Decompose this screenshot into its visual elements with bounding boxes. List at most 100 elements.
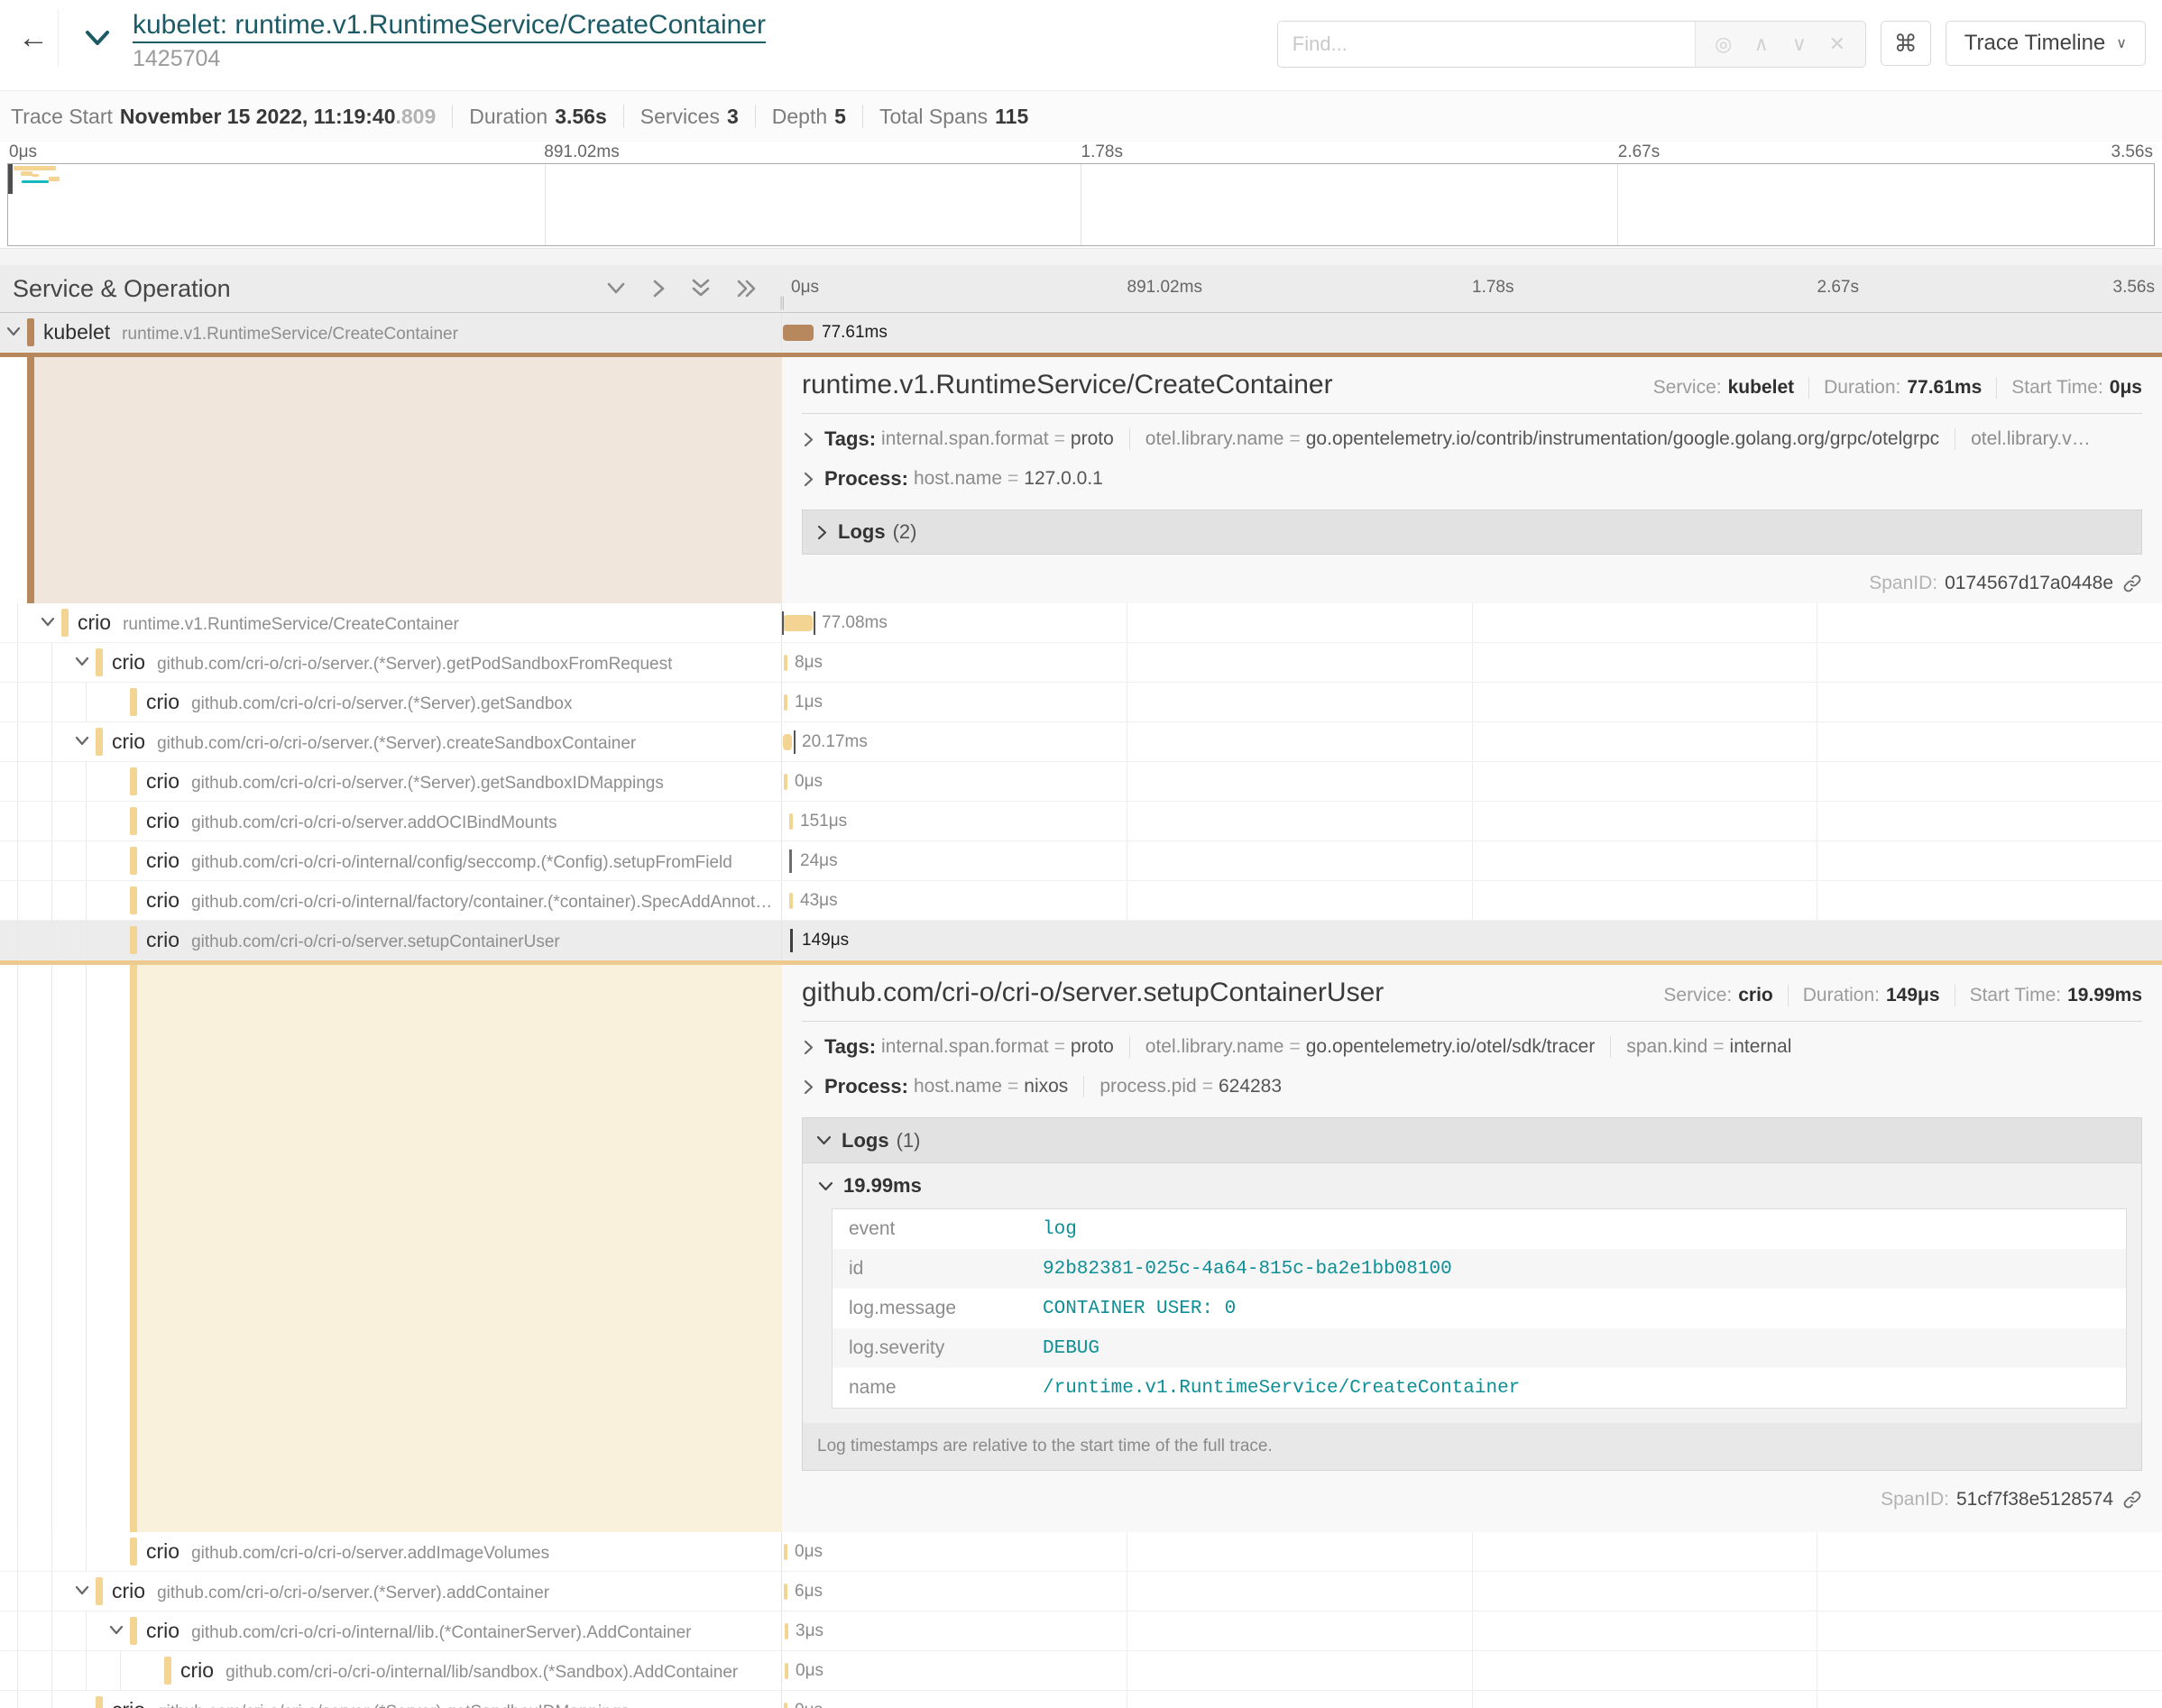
collapse-header-button[interactable] bbox=[84, 29, 111, 53]
tags-section-toggle[interactable]: Tags: internal.span.format=proto otel.li… bbox=[802, 419, 2142, 459]
span-row[interactable]: criogithub.com/cri-o/cri-o/server.(*Serv… bbox=[0, 1691, 2162, 1708]
collapse-all-icon[interactable] bbox=[690, 278, 712, 299]
span-bar[interactable] bbox=[789, 813, 793, 830]
keyboard-shortcuts-button[interactable]: ⌘ bbox=[1881, 21, 1931, 66]
span-bar[interactable] bbox=[783, 734, 792, 750]
tags-section-toggle[interactable]: Tags: internal.span.format=proto otel.li… bbox=[802, 1027, 2142, 1067]
span-operation: github.com/cri-o/cri-o/internal/factory/… bbox=[191, 893, 781, 913]
span-row[interactable]: criogithub.com/cri-o/cri-o/internal/fact… bbox=[0, 881, 2162, 921]
chevron-down-icon[interactable] bbox=[74, 656, 90, 673]
span-timeline-cell[interactable]: 77.08ms bbox=[782, 603, 2162, 642]
deep-link-icon[interactable] bbox=[2122, 1490, 2142, 1510]
column-resize-grip[interactable]: ∥ bbox=[779, 294, 788, 310]
expand-all-icon[interactable] bbox=[735, 279, 759, 298]
span-bar[interactable] bbox=[785, 1663, 788, 1679]
span-bar[interactable] bbox=[783, 325, 814, 341]
tag-value: go.opentelemetry.io/contrib/instrumentat… bbox=[1306, 428, 1939, 449]
span-row[interactable]: criogithub.com/cri-o/cri-o/server.(*Serv… bbox=[0, 722, 2162, 762]
trace-start-value: November 15 2022, 11:19:40 bbox=[120, 105, 396, 129]
span-row[interactable]: criogithub.com/cri-o/cri-o/server.(*Serv… bbox=[0, 643, 2162, 683]
expand-one-icon[interactable] bbox=[650, 279, 667, 298]
log-field-row: log.messageCONTAINER USER: 0 bbox=[833, 1289, 2126, 1328]
span-bar[interactable] bbox=[784, 694, 787, 711]
process-label: Process: bbox=[824, 467, 908, 491]
logs-label: Logs bbox=[838, 520, 886, 544]
span-row[interactable]: criogithub.com/cri-o/cri-o/internal/lib/… bbox=[0, 1651, 2162, 1691]
chevron-down-icon[interactable] bbox=[5, 326, 22, 343]
span-row[interactable]: criogithub.com/cri-o/cri-o/internal/lib.… bbox=[0, 1612, 2162, 1651]
detail-indent-area bbox=[0, 965, 782, 1532]
log-field-key: log.severity bbox=[833, 1337, 1043, 1359]
span-service: crio bbox=[146, 928, 179, 952]
span-timeline-cell[interactable]: 77.61ms bbox=[782, 313, 2162, 352]
span-timeline-cell[interactable]: 0μs bbox=[782, 1651, 2162, 1690]
span-bar[interactable] bbox=[784, 655, 787, 671]
chevron-down-icon[interactable] bbox=[74, 1584, 90, 1602]
span-bar[interactable] bbox=[784, 1703, 787, 1708]
span-bar[interactable] bbox=[784, 774, 787, 790]
tags-label: Tags: bbox=[824, 1035, 876, 1059]
find-clear-icon[interactable]: ✕ bbox=[1818, 32, 1856, 56]
span-timeline-cell[interactable]: 6μs bbox=[782, 1572, 2162, 1611]
minimap-scrubber-handle[interactable] bbox=[8, 164, 13, 194]
process-section-toggle[interactable]: Process: host.name=127.0.0.1 bbox=[802, 459, 2142, 499]
span-row[interactable]: crioruntime.v1.RuntimeService/CreateCont… bbox=[0, 603, 2162, 643]
find-tools: ◎ ∧ ∨ ✕ bbox=[1695, 22, 1865, 67]
collapse-one-icon[interactable] bbox=[605, 280, 627, 297]
log-field-key: name bbox=[833, 1377, 1043, 1399]
logs-section-toggle[interactable]: Logs (2) bbox=[802, 510, 2142, 555]
span-duration: 77.61ms bbox=[822, 323, 888, 343]
span-timeline-cell[interactable]: 24μs bbox=[782, 841, 2162, 880]
span-bar[interactable] bbox=[790, 929, 793, 952]
span-timeline-cell[interactable]: 0μs bbox=[782, 762, 2162, 801]
span-bar[interactable] bbox=[784, 1544, 787, 1560]
chevron-down-icon[interactable] bbox=[74, 735, 90, 752]
command-icon: ⌘ bbox=[1894, 30, 1918, 58]
trace-minimap[interactable] bbox=[7, 163, 2155, 246]
span-timeline-cell[interactable]: 3μs bbox=[782, 1612, 2162, 1650]
span-operation: github.com/cri-o/cri-o/server.(*Server).… bbox=[191, 774, 664, 794]
span-timeline-cell[interactable]: 0μs bbox=[782, 1691, 2162, 1708]
equals: = bbox=[1289, 428, 1300, 449]
depth-value: 5 bbox=[834, 105, 846, 129]
span-detail-crio: github.com/cri-o/cri-o/server.setupConta… bbox=[0, 960, 2162, 1532]
log-entry-toggle[interactable]: 19.99ms bbox=[817, 1174, 2127, 1198]
span-row[interactable]: criogithub.com/cri-o/cri-o/server.addIma… bbox=[0, 1532, 2162, 1572]
deep-link-icon[interactable] bbox=[2122, 574, 2142, 593]
back-button[interactable]: ← bbox=[9, 9, 59, 67]
span-row[interactable]: criogithub.com/cri-o/cri-o/internal/conf… bbox=[0, 841, 2162, 881]
find-next-icon[interactable]: ∨ bbox=[1780, 32, 1818, 56]
span-row[interactable]: criogithub.com/cri-o/cri-o/server.(*Serv… bbox=[0, 1572, 2162, 1612]
span-timeline-cell[interactable]: 0μs bbox=[782, 1532, 2162, 1571]
span-tick bbox=[814, 611, 815, 635]
span-bar[interactable] bbox=[785, 1623, 788, 1639]
span-row[interactable]: kubeletruntime.v1.RuntimeService/CreateC… bbox=[0, 313, 2162, 353]
timeline-tick: 3.56s bbox=[2113, 278, 2155, 298]
chevron-down-icon[interactable] bbox=[108, 1624, 124, 1641]
span-timeline-cell[interactable]: 8μs bbox=[782, 643, 2162, 682]
span-timeline-cell[interactable]: 43μs bbox=[782, 881, 2162, 920]
chevron-down-icon[interactable] bbox=[40, 616, 56, 633]
span-row[interactable]: criogithub.com/cri-o/cri-o/server.addOCI… bbox=[0, 802, 2162, 841]
span-timeline-cell[interactable]: 20.17ms bbox=[782, 722, 2162, 761]
view-dropdown-button[interactable]: Trace Timeline ∨ bbox=[1946, 21, 2146, 66]
span-row[interactable]: criogithub.com/cri-o/cri-o/server.(*Serv… bbox=[0, 762, 2162, 802]
find-input[interactable] bbox=[1278, 22, 1695, 67]
span-bar[interactable] bbox=[789, 849, 792, 873]
span-bar[interactable] bbox=[789, 893, 793, 909]
find-target-icon[interactable]: ◎ bbox=[1705, 32, 1743, 56]
axis-tick: 2.67s bbox=[1618, 142, 1660, 162]
start-time-label: Start Time: bbox=[1970, 985, 2062, 1006]
span-timeline-cell[interactable]: 1μs bbox=[782, 683, 2162, 721]
find-prev-icon[interactable]: ∧ bbox=[1743, 32, 1780, 56]
span-timeline-cell[interactable]: 151μs bbox=[782, 802, 2162, 840]
trace-title-link[interactable]: kubelet: runtime.v1.RuntimeService/Creat… bbox=[133, 9, 766, 43]
span-row-selected[interactable]: criogithub.com/cri-o/cri-o/server.setupC… bbox=[0, 921, 2162, 960]
span-row[interactable]: criogithub.com/cri-o/cri-o/server.(*Serv… bbox=[0, 683, 2162, 722]
minimap-span bbox=[14, 166, 56, 170]
logs-section-toggle[interactable]: Logs (1) bbox=[803, 1118, 2141, 1163]
span-bar[interactable] bbox=[783, 615, 813, 631]
process-section-toggle[interactable]: Process: host.name=nixos process.pid=624… bbox=[802, 1067, 2142, 1107]
span-timeline-cell[interactable]: 149μs bbox=[782, 921, 2162, 960]
span-bar[interactable] bbox=[784, 1584, 787, 1600]
